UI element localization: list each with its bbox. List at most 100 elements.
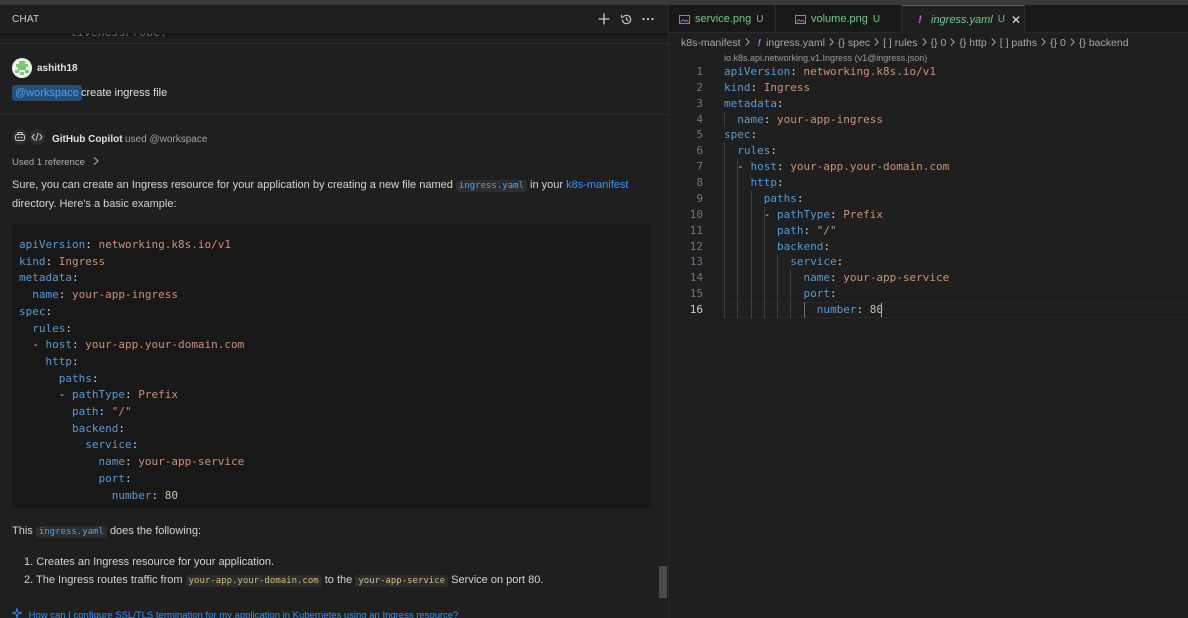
chevron-right-icon <box>921 37 927 49</box>
editor-line: service: <box>724 254 843 270</box>
yaml-colon: : <box>777 176 784 190</box>
directory-link[interactable]: k8s-manifest <box>566 179 628 191</box>
line-number: 6 <box>696 144 703 158</box>
indent-guide <box>724 143 725 160</box>
explanation-list: 1. Creates an Ingress resource for your … <box>24 554 543 589</box>
indent-guide <box>724 286 725 303</box>
inline-code-chip[interactable]: your-app.your-domain.com <box>185 575 322 587</box>
user-request-text: create ingress file <box>81 87 168 99</box>
chevron-right-icon <box>950 37 956 49</box>
message-separator <box>0 114 668 115</box>
code-line: path: "/" <box>19 405 132 419</box>
tab-volume-png[interactable]: volume.png U <box>776 5 902 33</box>
breadcrumb-item[interactable]: ingress.yaml <box>766 37 825 49</box>
inline-code-chip[interactable]: ingress.yaml <box>455 180 527 192</box>
line-number: 1 <box>696 65 703 78</box>
breadcrumb-item[interactable]: {} spec <box>838 37 870 49</box>
yaml-colon: : <box>829 287 837 301</box>
breadcrumb-item[interactable]: [ ] rules <box>883 37 917 49</box>
breadcrumb-item[interactable]: k8s-manifest <box>681 37 741 49</box>
breadcrumb-item[interactable]: {} 0 <box>1050 37 1066 49</box>
breadcrumb-item[interactable]: [ ] paths <box>1000 37 1037 49</box>
chat-scrollbar-thumb[interactable] <box>659 566 667 598</box>
line-number: 5 <box>696 128 703 142</box>
code-line: number: 80 <box>19 489 178 503</box>
line-number: 7 <box>696 160 703 174</box>
indent-guide <box>737 206 739 223</box>
indent-guide <box>763 206 765 223</box>
indent-guide <box>750 206 752 223</box>
yaml-value: your-app.your-domain.com <box>85 338 245 352</box>
yaml-colon: : <box>776 96 784 110</box>
close-icon[interactable]: ✕ <box>1011 13 1021 27</box>
code-block: apiVersion: networking.k8s.io/v1 kind: In… <box>12 224 651 508</box>
yaml-key: apiVersion <box>19 238 86 251</box>
list-number: 1. <box>24 556 34 568</box>
yaml-key: kind <box>724 80 751 94</box>
schema-codelens[interactable]: io.k8s.api.networking.v1.Ingress (v1@ing… <box>724 53 927 63</box>
code-line: name: your-app-service <box>19 455 244 469</box>
breadcrumb-item[interactable]: {} 0 <box>931 37 947 49</box>
explanation-paragraph: This ingress.yaml does the following: <box>12 522 642 541</box>
indent-guide <box>750 254 752 271</box>
yaml-colon: : <box>777 160 791 174</box>
yaml-key: name <box>98 455 125 469</box>
tab-label: volume.png <box>811 13 868 25</box>
yaml-key: http <box>750 176 778 190</box>
untracked-badge: U <box>756 13 764 25</box>
chat-panel: livenessProbe: CHAT ashith18 @workspace … <box>0 5 668 618</box>
indent-guide <box>803 302 805 318</box>
yaml-value: networking.k8s.io/v1 <box>98 238 231 251</box>
yaml-colon: : <box>58 288 72 302</box>
indent-guide <box>763 302 765 318</box>
yaml-key: number <box>111 488 152 502</box>
yaml-value: 80 <box>164 488 178 502</box>
yaml-key: backend <box>71 421 119 435</box>
more-actions-icon[interactable] <box>639 10 657 28</box>
sparkle-icon <box>10 606 24 618</box>
breadcrumb-item[interactable]: {} http <box>959 37 986 49</box>
chat-title: CHAT <box>12 14 40 25</box>
breadcrumb-item[interactable]: {} backend <box>1079 37 1129 49</box>
editor-line: spec: <box>724 127 757 143</box>
yaml-warning-icon: ! <box>918 13 922 26</box>
chevron-right-icon <box>829 37 834 49</box>
yaml-key: host <box>45 338 73 352</box>
editor-line: kind: Ingress <box>724 80 810 96</box>
yaml-key: path <box>776 223 804 237</box>
line-number: 12 <box>689 239 703 253</box>
yaml-key: pathType <box>777 207 830 221</box>
explain-text: This <box>12 525 33 537</box>
code-line: kind: Ingress <box>19 255 105 269</box>
inline-code-chip[interactable]: ingress.yaml <box>35 526 107 538</box>
followup-suggestion[interactable]: How can I configure SSL/TLS termination … <box>10 606 458 618</box>
code-line: paths: <box>19 372 99 386</box>
indent-guide <box>724 254 725 271</box>
indent-guide <box>724 206 725 223</box>
yaml-colon: : <box>72 338 86 352</box>
line-number: 11 <box>689 223 703 237</box>
yaml-warning-icon: ! <box>757 37 762 49</box>
yaml-colon: : <box>124 455 139 469</box>
references-toggle[interactable]: Used 1 reference <box>12 157 99 168</box>
yaml-value: your-app-service <box>843 271 950 285</box>
workspace-agent-chip[interactable]: @workspace <box>12 85 82 101</box>
new-chat-icon[interactable] <box>595 10 613 28</box>
editor-line: port: <box>724 286 837 302</box>
yaml-key: service <box>790 255 837 269</box>
tab-service-png[interactable]: service.png U <box>669 5 776 33</box>
line-number: 15 <box>689 287 703 301</box>
indent-guide <box>724 238 725 255</box>
yaml-colon: : <box>65 321 72 335</box>
inline-code-chip[interactable]: your-app-service <box>355 575 449 587</box>
tab-ingress-yaml[interactable]: ! ingress.yaml U ✕ <box>902 5 1025 33</box>
line-number: 10 <box>689 207 703 221</box>
history-icon[interactable] <box>617 10 635 28</box>
